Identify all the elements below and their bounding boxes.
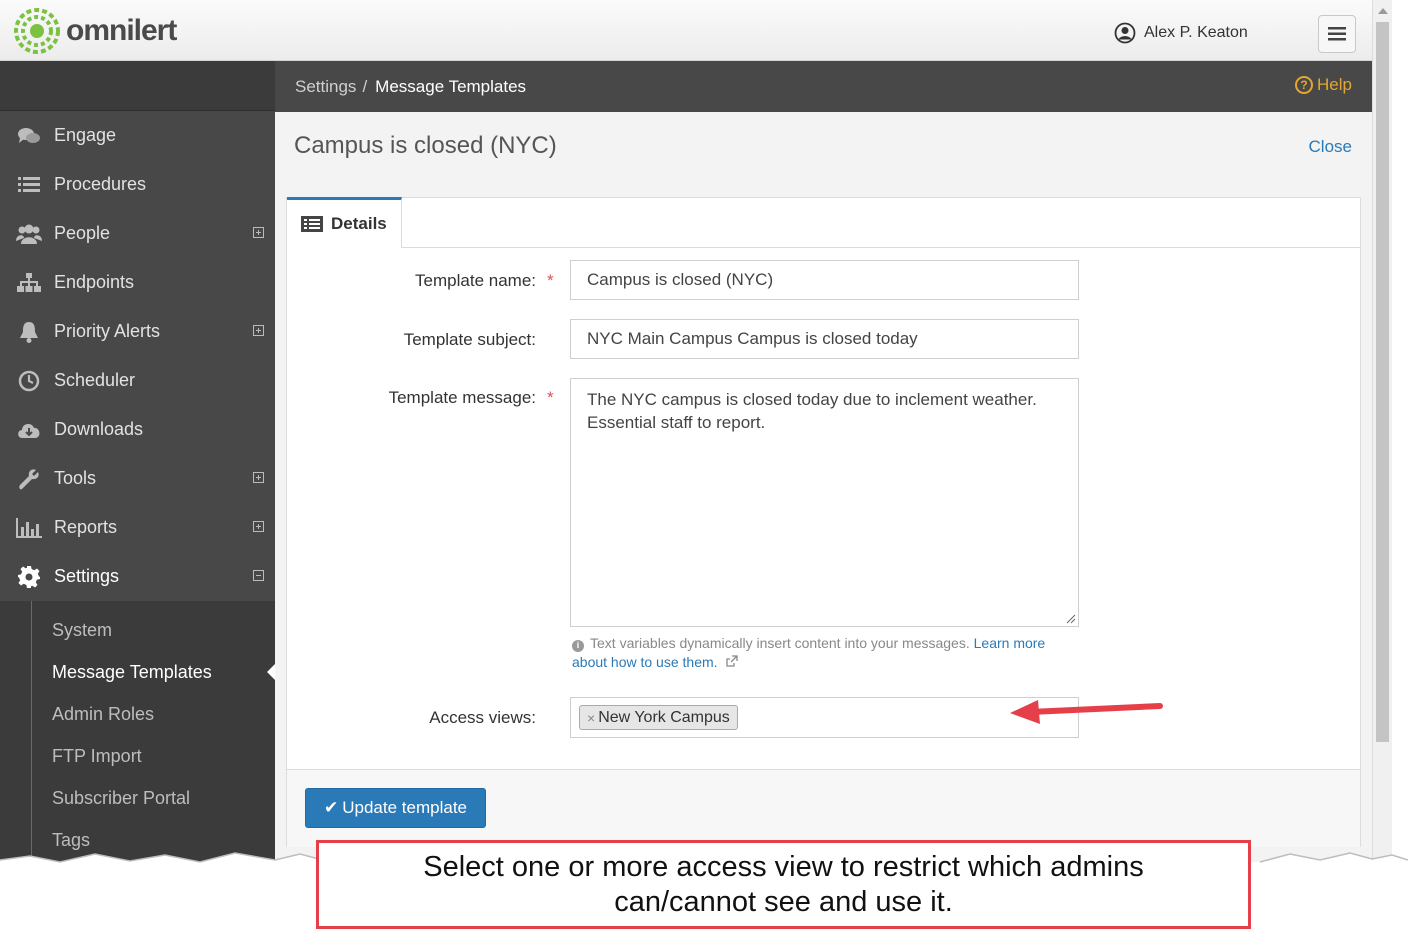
gear-icon	[16, 565, 42, 589]
close-link[interactable]: Close	[1309, 137, 1352, 157]
sidebar-item-label: Engage	[54, 125, 117, 145]
list-alt-icon	[301, 216, 323, 232]
sidebar-item-people[interactable]: People	[0, 209, 275, 258]
list-icon	[16, 173, 42, 197]
sidebar-item-settings[interactable]: Settings	[0, 552, 275, 601]
sidebar-item-tools[interactable]: Tools	[0, 454, 275, 503]
tag-remove-icon[interactable]: ×	[587, 710, 595, 726]
sidebar-item-procedures[interactable]: Procedures	[0, 160, 275, 209]
template-name-input[interactable]: Campus is closed (NYC)	[570, 260, 1079, 300]
required-marker: *	[547, 271, 554, 290]
template-message-label: Template message:	[388, 388, 536, 407]
annotation-arrow	[1010, 700, 1163, 724]
sidebar-item-reports[interactable]: Reports	[0, 503, 275, 552]
help-label: Help	[1317, 75, 1352, 94]
sidebar-item-downloads[interactable]: Downloads	[0, 405, 275, 454]
submenu-item-ftp-import[interactable]: FTP Import	[0, 735, 275, 777]
sidebar: Engage Procedures People Endpoints Priority …	[0, 61, 275, 901]
sidebar-item-priority-alerts[interactable]: Priority Alerts	[0, 307, 275, 356]
submenu-item-message-templates[interactable]: Message Templates	[0, 651, 275, 693]
submenu-item-subscriber-portal[interactable]: Subscriber Portal	[0, 777, 275, 819]
collapse-minus-icon[interactable]	[253, 570, 264, 581]
sitemap-icon	[16, 271, 42, 295]
bar-chart-icon	[16, 516, 42, 540]
sidebar-item-label: Endpoints	[54, 272, 135, 292]
chat-bubbles-icon	[16, 124, 42, 148]
people-icon	[16, 222, 42, 246]
vertical-scrollbar[interactable]	[1372, 0, 1392, 860]
submenu-item-system[interactable]: System	[0, 609, 275, 651]
template-message-textarea[interactable]: The NYC campus is closed today due to in…	[570, 378, 1079, 627]
required-marker: *	[547, 388, 554, 407]
text-variables-hint: i Text variables dynamically insert conte…	[572, 634, 1082, 672]
breadcrumb-settings[interactable]: Settings	[295, 77, 356, 97]
template-subject-label: Template subject:	[403, 330, 536, 349]
sidebar-item-label: Reports	[54, 517, 118, 537]
hamburger-menu-button[interactable]	[1318, 15, 1356, 53]
panel-footer: ✔ Update template	[287, 769, 1360, 847]
tab-details-label: Details	[331, 214, 387, 233]
access-view-tag: × New York Campus	[579, 705, 738, 730]
access-view-tag-label: New York Campus	[598, 708, 730, 726]
help-link[interactable]: ? Help	[1295, 75, 1352, 95]
hint-text: Text variables dynamically insert conten…	[590, 635, 970, 651]
update-template-label: Update template	[342, 798, 467, 817]
wrench-icon	[16, 467, 42, 491]
sidebar-header	[0, 61, 275, 111]
user-name: Alex P. Keaton	[1144, 24, 1248, 41]
expand-plus-icon[interactable]	[253, 472, 264, 483]
sidebar-item-endpoints[interactable]: Endpoints	[0, 258, 275, 307]
scrollbar-thumb[interactable]	[1376, 22, 1389, 742]
logo-icon	[14, 8, 60, 54]
user-menu[interactable]: Alex P. Keaton	[1114, 22, 1248, 44]
expand-plus-icon[interactable]	[253, 325, 264, 336]
sidebar-item-label: Scheduler	[54, 370, 136, 390]
template-subject-input[interactable]: NYC Main Campus Campus is closed today	[570, 319, 1079, 359]
breadcrumb-separator: /	[362, 76, 368, 96]
question-circle-icon: ?	[1295, 76, 1314, 94]
tab-details[interactable]: Details	[287, 197, 402, 248]
resize-grip-icon[interactable]	[1066, 614, 1076, 624]
external-link-icon	[726, 655, 739, 667]
access-views-label: Access views:	[429, 708, 536, 727]
access-views-select[interactable]: × New York Campus	[570, 697, 1079, 738]
tab-strip: Details	[287, 197, 1360, 248]
check-icon: ✔	[324, 798, 339, 817]
sidebar-item-label: Priority Alerts	[54, 321, 161, 341]
template-name-label: Template name:	[415, 271, 536, 290]
sidebar-nav: Engage Procedures People Endpoints Priority …	[0, 111, 275, 601]
expand-plus-icon[interactable]	[253, 227, 264, 238]
expand-plus-icon[interactable]	[253, 521, 264, 532]
page-title: Campus is closed (NYC)	[294, 132, 557, 159]
info-circle-icon: i	[572, 639, 584, 652]
sidebar-item-label: Procedures	[54, 174, 147, 194]
main-content: Campus is closed (NYC) Close Details Tem…	[275, 112, 1372, 862]
submenu-item-admin-roles[interactable]: Admin Roles	[0, 693, 275, 735]
scroll-up-arrow-icon[interactable]	[1378, 8, 1388, 14]
annotation-callout: Select one or more access view to restri…	[316, 840, 1251, 929]
clock-icon	[16, 369, 42, 393]
sidebar-item-scheduler[interactable]: Scheduler	[0, 356, 275, 405]
top-bar: omnilert Alex P. Keaton	[0, 0, 1372, 61]
omnilert-logo[interactable]: omnilert	[14, 8, 177, 54]
user-circle-icon	[1114, 22, 1136, 44]
breadcrumb: Settings / Message Templates ? Help	[275, 61, 1372, 112]
sidebar-item-label: Settings	[54, 566, 120, 586]
bell-icon	[16, 320, 42, 344]
logo-wordmark: omnilert	[66, 14, 177, 47]
sidebar-item-label: People	[54, 223, 111, 243]
template-panel: Details Template name: * Campus is close…	[286, 197, 1361, 847]
callout-text: Select one or more access view to restri…	[423, 850, 1144, 918]
breadcrumb-current: Message Templates	[375, 76, 527, 96]
template-message-text: The NYC campus is closed today due to in…	[587, 390, 1037, 432]
sidebar-item-label: Downloads	[54, 419, 144, 439]
sidebar-item-engage[interactable]: Engage	[0, 111, 275, 160]
sidebar-item-label: Tools	[54, 468, 97, 488]
cloud-download-icon	[16, 418, 42, 442]
update-template-button[interactable]: ✔ Update template	[305, 788, 486, 828]
hamburger-icon	[1328, 27, 1346, 41]
